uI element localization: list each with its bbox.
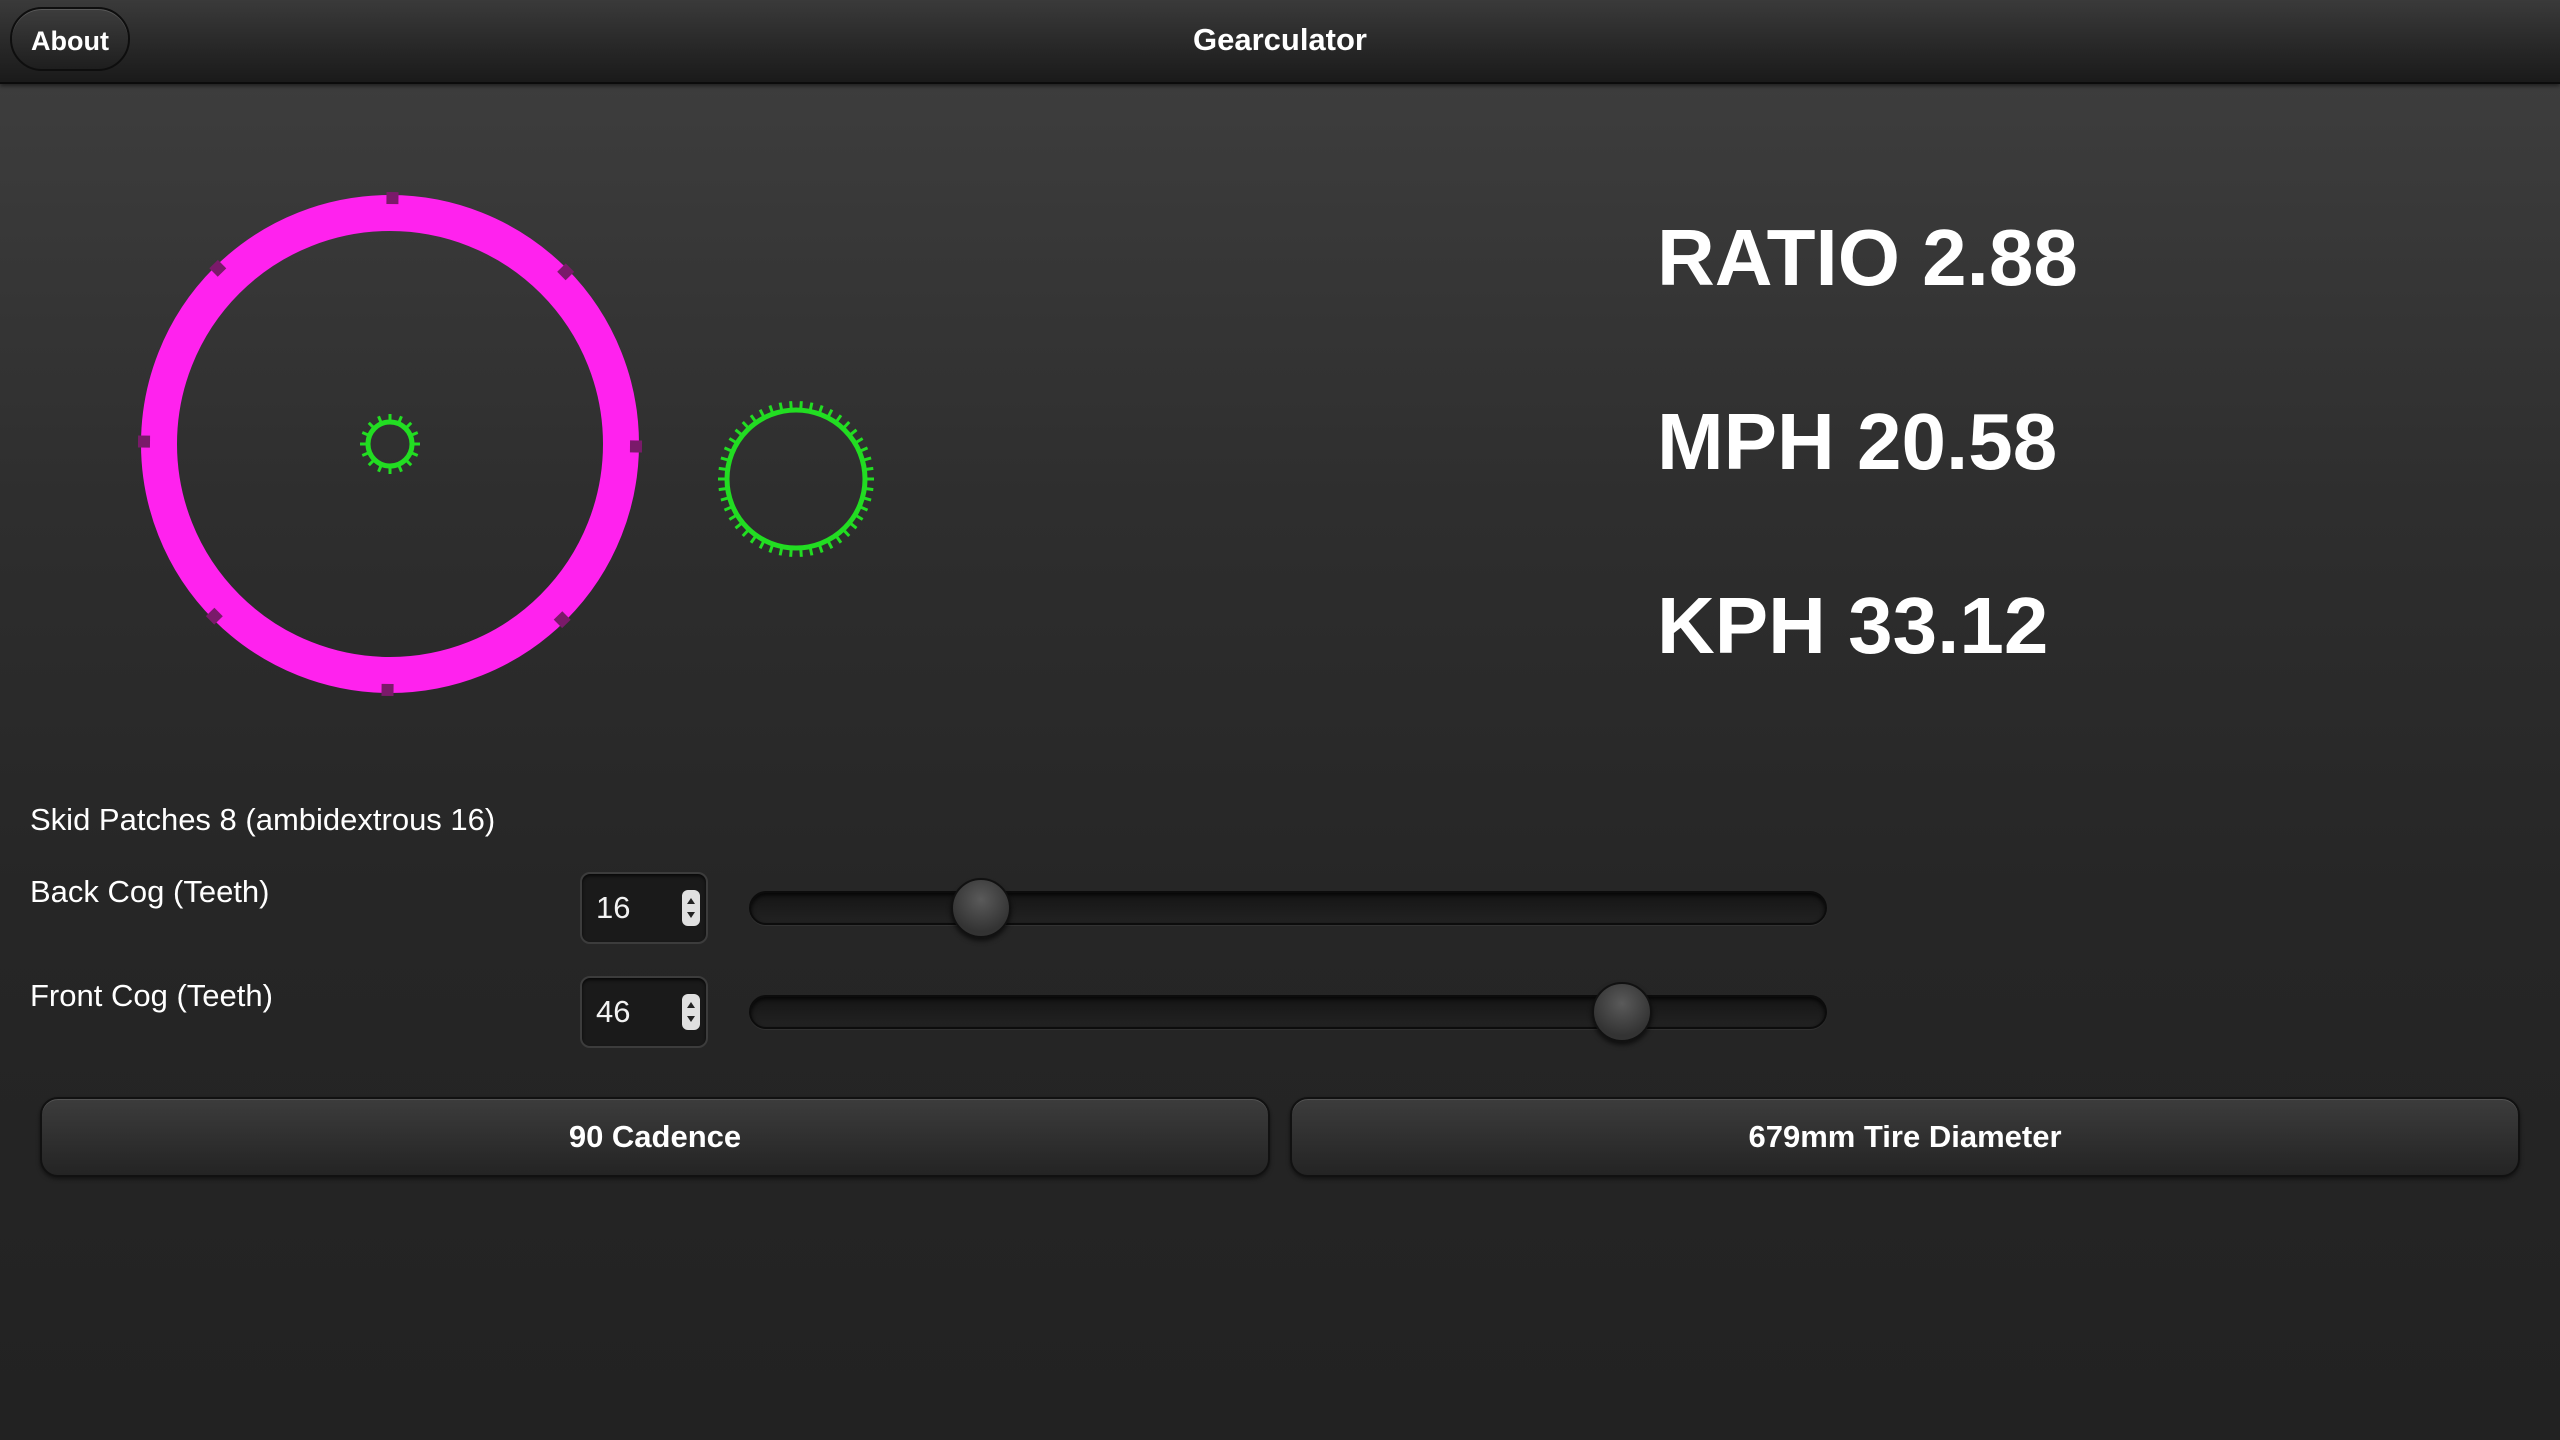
back-cog-label: Back Cog (Teeth) [30, 874, 270, 909]
mph-readout: MPH 20.58 [1657, 397, 2058, 486]
spin-down-icon[interactable] [687, 912, 695, 918]
back-cog-spin-buttons[interactable] [682, 890, 700, 926]
back-cog-stepper[interactable]: 16 [580, 872, 708, 944]
front-chainring [724, 407, 868, 551]
front-cog-teeth [718, 401, 874, 557]
app-title: Gearculator [1192, 22, 1367, 57]
rear-cog [365, 419, 415, 469]
spin-up-icon[interactable] [687, 898, 695, 904]
back-cog-slider-knob[interactable] [950, 878, 1011, 938]
header-bar: Gearculator About [0, 0, 2560, 84]
skid-marker [629, 440, 643, 453]
back-cog-slider-track[interactable] [749, 891, 1827, 925]
kph-readout: KPH 33.12 [1657, 581, 2049, 670]
front-cog-slider-track[interactable] [749, 995, 1827, 1029]
rear-wheel [141, 195, 639, 693]
skid-markers [137, 191, 643, 697]
gear-visualization [137, 191, 874, 697]
ratio-readout: RATIO 2.88 [1657, 213, 2078, 302]
front-cog-value[interactable]: 46 [596, 978, 630, 1046]
about-button[interactable]: About [10, 7, 130, 71]
spin-down-icon[interactable] [687, 1016, 695, 1022]
front-cog-slider[interactable] [749, 982, 1827, 1042]
front-cog-spin-buttons[interactable] [682, 994, 700, 1030]
skid-marker [386, 191, 399, 205]
skid-marker [137, 435, 151, 448]
back-cog-value[interactable]: 16 [596, 874, 630, 942]
front-cog-slider-knob[interactable] [1592, 982, 1653, 1042]
tire-diameter-button[interactable]: 679mm Tire Diameter [1290, 1097, 2520, 1177]
skid-patches-label: Skid Patches 8 (ambidextrous 16) [30, 802, 496, 837]
skid-marker [381, 683, 394, 697]
front-cog-label: Front Cog (Teeth) [30, 978, 273, 1013]
app-screen: Gearculator About RATIO 2.88 MPH 20.58 K… [0, 0, 2560, 1440]
spin-up-icon[interactable] [687, 1002, 695, 1008]
front-cog-stepper[interactable]: 46 [580, 976, 708, 1048]
cadence-button[interactable]: 90 Cadence [40, 1097, 1270, 1177]
back-cog-slider[interactable] [749, 878, 1827, 938]
